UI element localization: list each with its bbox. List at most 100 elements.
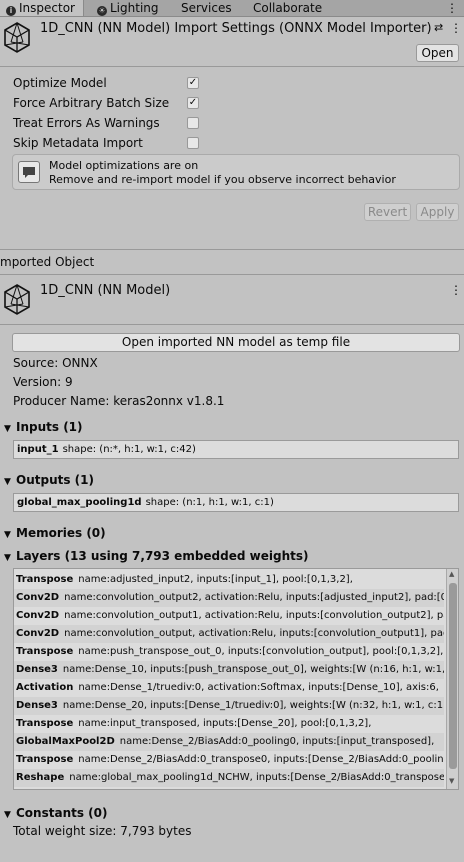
divider — [0, 66, 464, 67]
layer-type: Dense3 — [16, 664, 58, 675]
outputs-header: Outputs (1) — [16, 473, 94, 487]
nn-model-icon — [3, 282, 33, 316]
layer-type: Transpose — [16, 574, 74, 585]
output-field: global_max_pooling1d shape: (n:1, h:1, w:… — [13, 493, 459, 512]
layer-row[interactable]: Dense3 name:Dense_10, inputs:[push_transp… — [14, 661, 444, 679]
source-text: Source: ONNX — [13, 356, 98, 370]
tab-label: Inspector — [19, 1, 75, 15]
producer-text: Producer Name: keras2onnx v1.8.1 — [13, 394, 225, 408]
layers-foldout[interactable]: ▼ Layers (13 using 7,793 embedded weights… — [4, 549, 308, 563]
layer-row[interactable]: Transpose name:push_transpose_out_0, inpu… — [14, 643, 444, 661]
tab-label: Collaborate — [253, 1, 323, 15]
layer-type: Reshape — [16, 772, 65, 783]
tab-collaborate[interactable]: Collaborate — [247, 0, 328, 16]
expanded-arrow-icon: ▼ — [4, 424, 11, 434]
tab-label: Services — [181, 1, 232, 15]
divider — [0, 324, 464, 325]
optimization-help-box: Model optimizations are on Remove and re… — [12, 154, 460, 190]
layers-list[interactable]: Transpose name:adjusted_input2, inputs:[i… — [13, 568, 459, 790]
total-weight-text: Total weight size: 7,793 bytes — [13, 824, 192, 838]
inputs-foldout[interactable]: ▼ Inputs (1) — [4, 420, 83, 434]
tab-label: Lighting — [110, 1, 159, 15]
info-icon: i — [6, 6, 16, 16]
expanded-arrow-icon: ▼ — [4, 530, 11, 540]
layers-rows: Transpose name:adjusted_input2, inputs:[i… — [14, 569, 446, 789]
layer-row[interactable]: Conv2D name:convolution_output1, activati… — [14, 607, 444, 625]
scroll-up-arrow-icon[interactable]: ▲ — [449, 570, 454, 578]
treat-errors-label: Treat Errors As Warnings — [13, 116, 160, 130]
input-shape: shape: (n:*, h:1, w:1, c:42) — [62, 444, 196, 455]
layer-description: name:Dense_2/BiasAdd:0_transpose0, input… — [78, 754, 444, 765]
expanded-arrow-icon: ▼ — [4, 810, 11, 820]
help-line-1: Model optimizations are on — [49, 159, 199, 172]
layer-type: Transpose — [16, 754, 74, 765]
layer-description: name:convolution_output, activation:Relu… — [64, 628, 444, 639]
layer-description: name:Dense_2/BiasAdd:0_pooling0, inputs:… — [119, 736, 435, 747]
model-asset-icon — [3, 20, 33, 54]
layer-row[interactable]: Transpose name:input_transposed, inputs:[… — [14, 715, 444, 733]
tab-bar: i Inspector ☀ Lighting Services Collaborat… — [0, 0, 464, 17]
layer-row[interactable]: Conv2D name:convolution_output2, activati… — [14, 589, 444, 607]
layer-description: name:push_transpose_out_0, inputs:[convo… — [78, 646, 444, 657]
open-temp-file-button[interactable]: Open imported NN model as temp file — [12, 333, 460, 352]
layer-type: Transpose — [16, 646, 74, 657]
layer-description: name:input_transposed, inputs:[Dense_20]… — [78, 718, 372, 729]
layer-row[interactable]: Reshape name:global_max_pooling1d_NCHW, i… — [14, 769, 444, 787]
memories-foldout[interactable]: ▼ Memories (0) — [4, 526, 106, 540]
divider — [0, 249, 464, 250]
layer-description: name:Dense_10, inputs:[push_transpose_ou… — [62, 664, 444, 675]
input-name: input_1 — [17, 444, 59, 455]
layer-type: GlobalMaxPool2D — [16, 736, 115, 747]
skip-metadata-checkbox[interactable] — [187, 137, 199, 149]
memories-header: Memories (0) — [16, 526, 106, 540]
help-line-2: Remove and re-import model if you observ… — [49, 173, 396, 186]
input-field: input_1 shape: (n:*, h:1, w:1, c:42) — [13, 440, 459, 459]
layer-description: name:Dense_1/truediv:0, activation:Softm… — [78, 682, 439, 693]
layer-description: name:adjusted_input2, inputs:[input_1], … — [78, 574, 353, 585]
import-settings-title: 1D_CNN (NN Model) Import Settings (ONNX … — [40, 21, 432, 36]
layer-row[interactable]: Activation name:Dense_1/truediv:0, activa… — [14, 679, 444, 697]
settings-sliders-icon[interactable]: ⇄ — [434, 21, 443, 34]
layer-type: Activation — [16, 682, 74, 693]
layer-description: name:global_max_pooling1d_NCHW, inputs:[… — [69, 772, 444, 783]
tab-lighting[interactable]: ☀ Lighting — [91, 0, 165, 16]
force-batch-size-checkbox[interactable]: ✓ — [187, 97, 199, 109]
revert-button[interactable]: Revert — [364, 203, 411, 221]
layer-type: Dense3 — [16, 700, 58, 711]
layer-type: Transpose — [16, 718, 74, 729]
optimize-model-checkbox[interactable]: ✓ — [187, 77, 199, 89]
layer-row[interactable]: Transpose name:Dense_2/BiasAdd:0_transpos… — [14, 751, 444, 769]
expanded-arrow-icon: ▼ — [4, 477, 11, 487]
header-menu-icon[interactable]: ⋮ — [450, 22, 462, 34]
scroll-down-arrow-icon[interactable]: ▼ — [449, 777, 454, 785]
lighting-icon: ☀ — [97, 6, 107, 16]
layer-row[interactable]: Transpose name:adjusted_input2, inputs:[i… — [14, 571, 444, 589]
outputs-foldout[interactable]: ▼ Outputs (1) — [4, 473, 94, 487]
scrollbar-thumb[interactable] — [449, 583, 457, 769]
imported-object-title: 1D_CNN (NN Model) — [40, 283, 171, 298]
message-icon — [18, 161, 40, 183]
tab-services[interactable]: Services — [175, 0, 238, 16]
version-text: Version: 9 — [13, 375, 73, 389]
tab-inspector[interactable]: i Inspector — [0, 0, 84, 16]
layer-description: name:Dense_20, inputs:[Dense_1/truediv:0… — [62, 700, 444, 711]
open-button[interactable]: Open — [416, 44, 459, 62]
layers-scrollbar[interactable]: ▲ ▼ — [446, 569, 458, 789]
object-menu-icon[interactable]: ⋮ — [450, 284, 462, 296]
layer-type: Conv2D — [16, 628, 60, 639]
tab-menu-icon[interactable]: ⋮ — [446, 2, 458, 14]
layer-row[interactable]: Conv2D name:convolution_output, activatio… — [14, 625, 444, 643]
layer-type: Conv2D — [16, 592, 60, 603]
output-name: global_max_pooling1d — [17, 497, 142, 508]
layer-description: name:convolution_output2, activation:Rel… — [64, 592, 444, 603]
layers-header: Layers (13 using 7,793 embedded weights) — [16, 549, 309, 563]
treat-errors-checkbox[interactable] — [187, 117, 199, 129]
layer-row[interactable]: Dense3 name:Dense_20, inputs:[Dense_1/tru… — [14, 697, 444, 715]
optimize-model-label: Optimize Model — [13, 76, 107, 90]
apply-button[interactable]: Apply — [416, 203, 459, 221]
expanded-arrow-icon: ▼ — [4, 553, 11, 563]
layer-row[interactable]: GlobalMaxPool2D name:Dense_2/BiasAdd:0_po… — [14, 733, 444, 751]
layer-description: name:convolution_output1, activation:Rel… — [64, 610, 444, 621]
divider — [0, 274, 464, 275]
constants-foldout[interactable]: ▼ Constants (0) — [4, 806, 108, 820]
